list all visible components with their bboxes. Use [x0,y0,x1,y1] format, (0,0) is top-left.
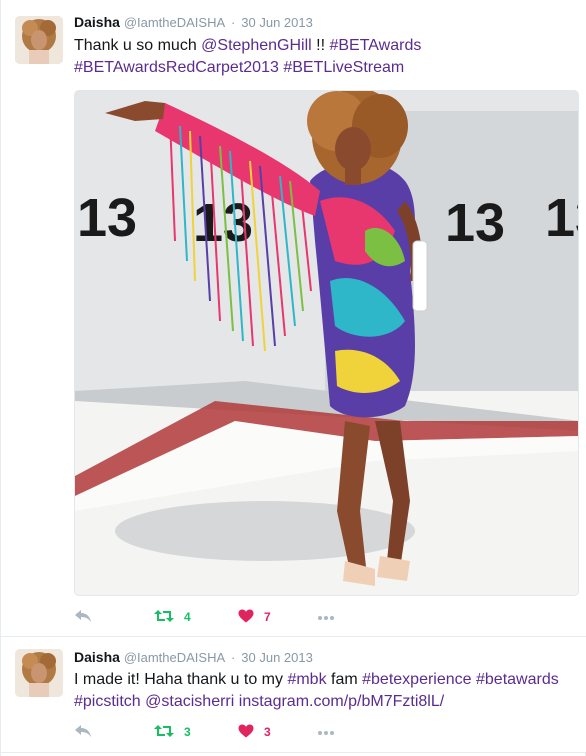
retweet-icon [154,724,174,741]
tweet-header: Daisha @IamtheDAISHA · 30 Jun 2013 [74,649,313,667]
mention-link[interactable]: @StephenGHill [201,37,312,54]
hashtag-link[interactable]: #BETAwardsRedCarpet2013 [74,59,279,76]
tweet-separator: · [231,650,236,665]
reply-button[interactable] [74,723,92,741]
text-segment: I made it! Haha thank u to my [74,671,288,688]
tweet-header: Daisha @IamtheDAISHA · 30 Jun 2013 [74,14,313,32]
tweet-fullname[interactable]: Daisha [74,649,120,665]
svg-text:13: 13 [77,188,137,248]
retweet-count: 4 [184,610,191,624]
like-count: 3 [264,725,271,739]
reply-button[interactable] [74,608,92,626]
like-count: 7 [264,610,271,624]
reply-icon [74,609,92,626]
heart-icon [238,724,254,741]
tweet[interactable]: Daisha @IamtheDAISHA · 30 Jun 2013 I mad… [1,637,586,753]
tweet-text: Thank u so much @StephenGHill !! #BETAwa… [74,35,574,79]
mention-link[interactable]: @stacisherri [145,693,234,710]
hashtag-link[interactable]: #picstitch [74,693,141,710]
text-segment: !! [311,37,330,54]
tweet-fullname[interactable]: Daisha [74,14,120,30]
more-button[interactable] [317,723,335,741]
hashtag-link[interactable]: #betexperience [362,671,471,688]
tweet-username[interactable]: @IamtheDAISHA [124,15,225,30]
retweet-button[interactable]: 3 [154,723,191,741]
svg-text:13: 13 [545,188,579,248]
url-link[interactable]: instagram.com/p/bM7Fzti8lL/ [239,693,444,710]
avatar[interactable] [15,649,63,697]
tweet-username[interactable]: @IamtheDAISHA [124,650,225,665]
tweet-date[interactable]: 30 Jun 2013 [241,650,313,665]
hashtag-link[interactable]: #betawards [476,671,559,688]
more-icon [317,610,335,624]
tweet-photo[interactable]: 13 13 13 13 [74,90,579,596]
more-button[interactable] [317,608,335,626]
hashtag-link[interactable]: #mbk [287,671,326,688]
retweet-count: 3 [184,725,191,739]
tweet-separator: · [231,15,236,30]
tweet-text: I made it! Haha thank u to my #mbk fam #… [74,669,574,713]
tweet-date[interactable]: 30 Jun 2013 [241,15,313,30]
more-icon [317,725,335,739]
hashtag-link[interactable]: #BETLiveStream [283,59,404,76]
reply-icon [74,724,92,741]
retweet-icon [154,609,174,626]
text-segment: Thank u so much [74,37,202,54]
avatar[interactable] [15,16,63,64]
tweet[interactable]: Daisha @IamtheDAISHA · 30 Jun 2013 Thank… [1,0,586,637]
retweet-button[interactable]: 4 [154,608,191,626]
timeline: Daisha @IamtheDAISHA · 30 Jun 2013 Thank… [0,0,586,756]
svg-text:13: 13 [445,193,505,253]
text-segment: fam [326,671,363,688]
heart-icon [238,609,254,626]
like-button[interactable]: 3 [238,723,271,741]
like-button[interactable]: 7 [238,608,271,626]
hashtag-link[interactable]: #BETAwards [329,37,421,54]
